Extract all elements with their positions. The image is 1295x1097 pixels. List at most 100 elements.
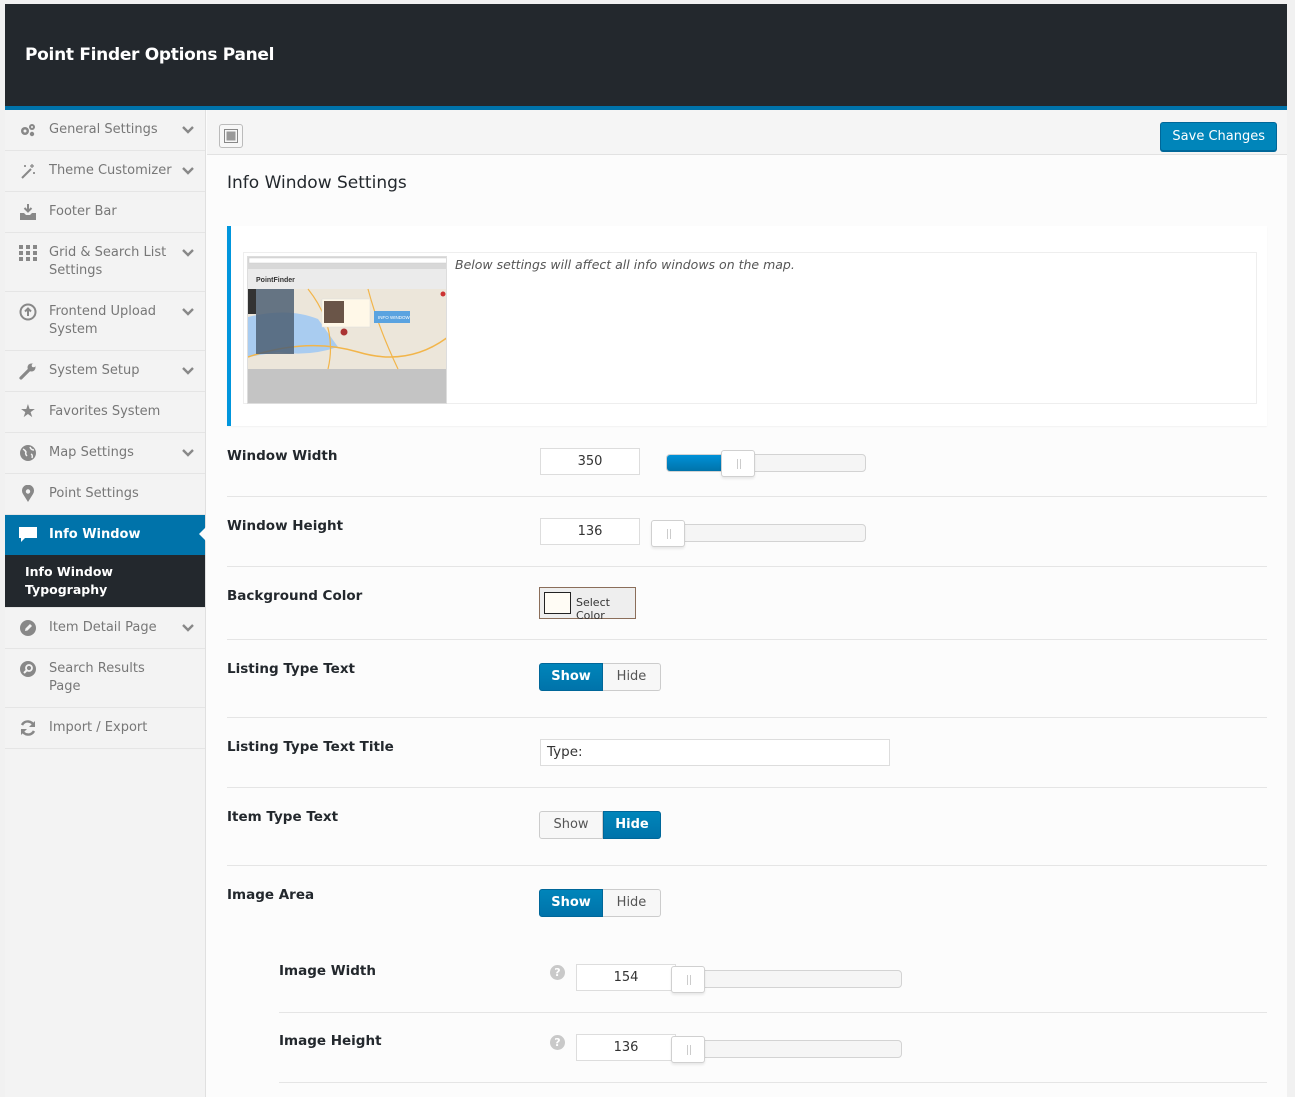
- setting-image-area: Image Area Show Hide: [227, 866, 1267, 944]
- setting-background-color: Background Color Select Color: [227, 567, 1267, 640]
- hide-button[interactable]: Hide: [603, 663, 661, 691]
- map-pin-icon: [19, 485, 37, 503]
- listing-type-text-toggle: Show Hide: [539, 663, 661, 691]
- setting-image-width: Image Width ? 154: [279, 944, 1267, 1013]
- layout-toggle-button[interactable]: [219, 124, 243, 148]
- sidebar-item-label: Point Settings: [49, 486, 139, 501]
- options-panel: Point Finder Options Panel General Setti…: [5, 4, 1287, 1097]
- chevron-down-icon: [182, 308, 194, 316]
- setting-label: Listing Type Text Title: [227, 739, 394, 755]
- sidebar-item-import-export[interactable]: Import / Export: [5, 708, 205, 749]
- sidebar-item-label: Import / Export: [49, 720, 148, 735]
- help-icon[interactable]: ?: [550, 1035, 565, 1050]
- chevron-down-icon: [182, 367, 194, 375]
- sidebar-item-label: Frontend Upload System: [49, 304, 157, 337]
- sidebar-item-label: Favorites System: [49, 404, 161, 419]
- listing-type-text-title-input[interactable]: Type:: [540, 739, 890, 766]
- edit-circle-icon: [19, 619, 37, 637]
- magic-wand-icon: [19, 162, 37, 180]
- setting-label: Image Width: [279, 963, 376, 979]
- select-color-button[interactable]: Select Color: [539, 587, 636, 622]
- image-height-input[interactable]: 136: [576, 1034, 676, 1061]
- info-notice-text: Below settings will affect all info wind…: [455, 257, 795, 272]
- panel-header: Point Finder Options Panel: [5, 4, 1287, 106]
- gears-icon: [19, 121, 37, 139]
- sidebar-item-label: Theme Customizer: [49, 163, 172, 178]
- sidebar-item-info-window[interactable]: Info Window: [5, 515, 206, 555]
- sidebar-item-label: Map Settings: [49, 445, 134, 460]
- window-height-input[interactable]: 136: [540, 518, 640, 545]
- speech-bubble-icon: [19, 526, 37, 544]
- options-toolbar: Save Changes: [207, 110, 1287, 155]
- window-width-input[interactable]: 350: [540, 448, 640, 475]
- setting-label: Window Width: [227, 448, 338, 464]
- download-tray-icon: [19, 203, 37, 221]
- sidebar-item-label: Search Results Page: [49, 661, 145, 694]
- chevron-down-icon: [182, 167, 194, 175]
- sidebar-item-map-settings[interactable]: Map Settings: [5, 433, 205, 474]
- setting-label: Background Color: [227, 588, 363, 604]
- slider-fill: [667, 455, 725, 471]
- sidebar-item-label: Grid & Search List Settings: [49, 245, 167, 278]
- refresh-icon: [19, 719, 37, 737]
- show-button[interactable]: Show: [539, 889, 603, 917]
- hide-button[interactable]: Hide: [603, 811, 661, 839]
- item-type-text-toggle: Show Hide: [539, 811, 661, 839]
- panel-title: Point Finder Options Panel: [25, 45, 275, 65]
- hide-button[interactable]: Hide: [603, 889, 661, 917]
- chevron-down-icon: [182, 126, 194, 134]
- sidebar-item-label: System Setup: [49, 363, 140, 378]
- save-changes-button[interactable]: Save Changes: [1160, 122, 1277, 151]
- sidebar-subitem-info-window-typography[interactable]: Info Window Typography: [5, 555, 205, 608]
- chevron-down-icon: [182, 449, 194, 457]
- image-width-slider[interactable]: [671, 966, 902, 993]
- setting-image-height: Image Height ? 136: [279, 1013, 1267, 1083]
- show-button[interactable]: Show: [539, 811, 603, 839]
- slider-handle[interactable]: [721, 450, 755, 477]
- info-notice: PointFinder INFO WINDOW Below settings w…: [227, 226, 1267, 426]
- select-color-label: Select Color: [576, 596, 610, 622]
- chevron-down-icon: [182, 249, 194, 257]
- globe-icon: [19, 444, 37, 462]
- sidebar-item-label: Footer Bar: [49, 204, 117, 219]
- setting-listing-type-text: Listing Type Text Show Hide: [227, 640, 1267, 718]
- image-width-input[interactable]: 154: [576, 964, 676, 991]
- preview-logo: PointFinder: [256, 277, 295, 284]
- sidebar-item-footer-bar[interactable]: Footer Bar: [5, 192, 205, 233]
- sidebar-item-system-setup[interactable]: System Setup: [5, 351, 205, 392]
- layout-icon: [224, 129, 238, 143]
- sidebar-item-general-settings[interactable]: General Settings: [5, 110, 205, 151]
- sidebar-item-theme-customizer[interactable]: Theme Customizer: [5, 151, 205, 192]
- wrench-icon: [19, 362, 37, 380]
- sidebar-item-search-results-page[interactable]: Search Results Page: [5, 649, 205, 708]
- sidebar-item-frontend-upload[interactable]: Frontend Upload System: [5, 292, 205, 351]
- sidebar-item-grid-search-list[interactable]: Grid & Search List Settings: [5, 233, 205, 292]
- star-icon: ★: [19, 401, 37, 422]
- setting-window-width: Window Width 350: [227, 426, 1267, 497]
- slider-handle[interactable]: [671, 1036, 705, 1063]
- grid-icon: [19, 244, 37, 262]
- image-area-toggle: Show Hide: [539, 889, 661, 917]
- setting-item-type-text: Item Type Text Show Hide: [227, 788, 1267, 866]
- setting-listing-type-text-title: Listing Type Text Title Type:: [227, 718, 1267, 788]
- setting-label: Item Type Text: [227, 809, 339, 825]
- sidebar-item-item-detail-page[interactable]: Item Detail Page: [5, 608, 205, 649]
- preview-callout: INFO WINDOW: [378, 315, 410, 320]
- slider-handle[interactable]: [671, 966, 705, 993]
- sidebar-nav: General Settings Theme Customizer Footer…: [5, 110, 206, 1097]
- window-height-slider[interactable]: [651, 520, 866, 547]
- setting-label: Image Height: [279, 1033, 382, 1049]
- image-height-slider[interactable]: [671, 1036, 902, 1063]
- search-circle-icon: [19, 660, 37, 678]
- color-swatch: [544, 592, 571, 614]
- section-title: Info Window Settings: [227, 173, 407, 193]
- sidebar-item-favorites-system[interactable]: ★ Favorites System: [5, 392, 205, 433]
- slider-handle[interactable]: [651, 520, 685, 547]
- setting-label: Listing Type Text: [227, 661, 355, 677]
- show-button[interactable]: Show: [539, 663, 603, 691]
- info-window-preview-image: PointFinder INFO WINDOW: [247, 256, 447, 404]
- sidebar-item-point-settings[interactable]: Point Settings: [5, 474, 205, 515]
- setting-window-height: Window Height 136: [227, 497, 1267, 567]
- window-width-slider[interactable]: [666, 450, 866, 477]
- help-icon[interactable]: ?: [550, 965, 565, 980]
